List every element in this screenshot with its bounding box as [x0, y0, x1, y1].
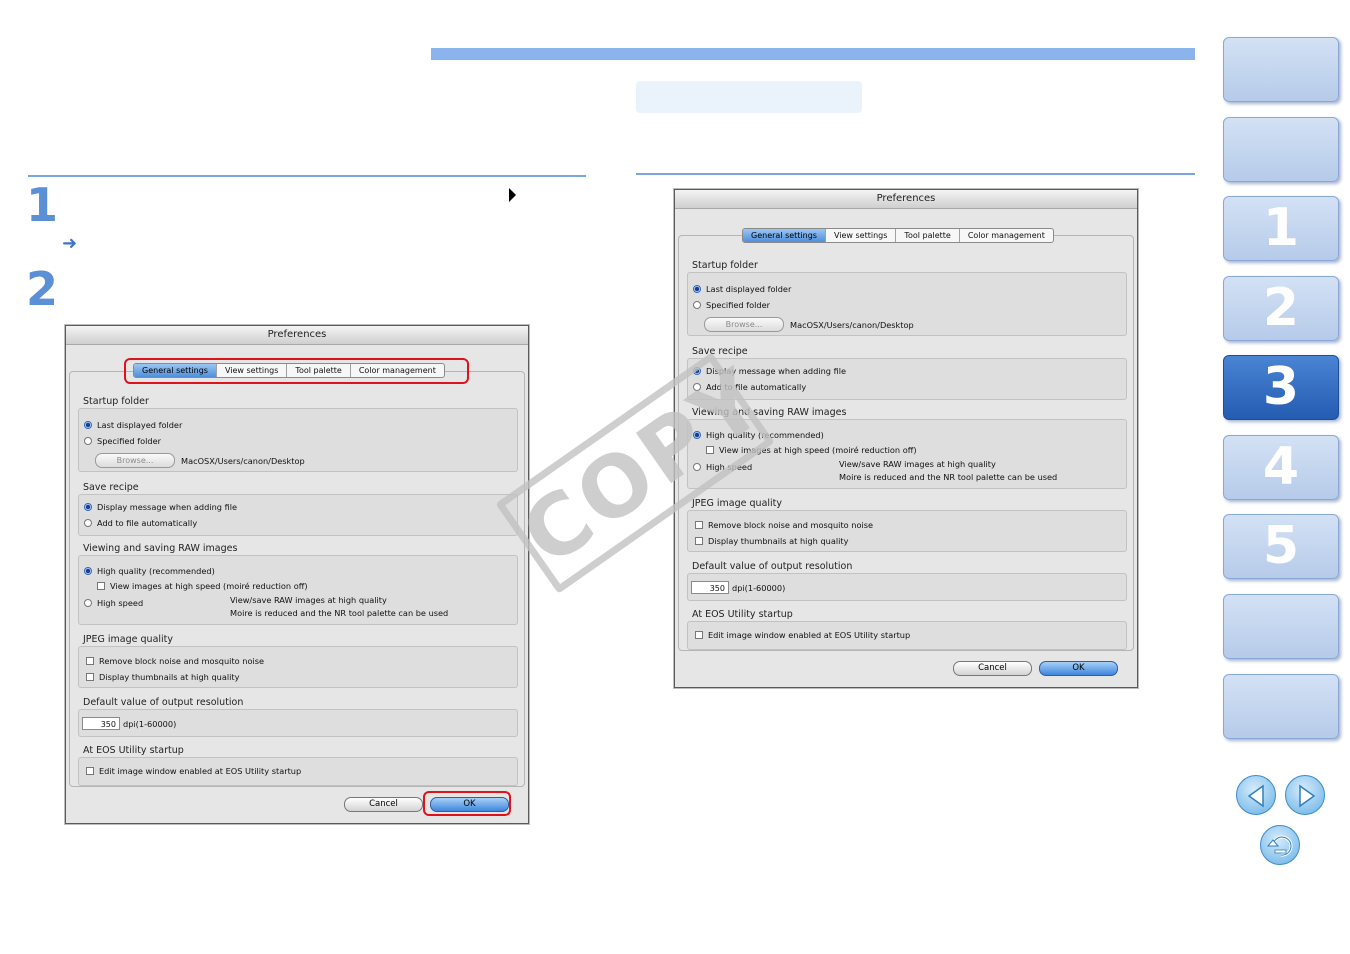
arrow-right-icon: ➜ — [62, 233, 78, 254]
raw-title: Viewing and saving RAW images — [83, 543, 238, 554]
raw-note-1: View/save RAW images at high quality — [230, 595, 387, 605]
folder-path: MacOSX/Users/canon/Desktop — [790, 319, 914, 330]
checkbox-icon — [695, 631, 703, 639]
triangle-left-icon — [1247, 784, 1264, 808]
tab-bar: General settings View settings Tool pale… — [742, 228, 1054, 243]
resolution-row: 350 dpi(1-60000) — [691, 581, 785, 594]
resolution-unit: dpi(1-60000) — [732, 582, 786, 593]
dialog-title: Preferences — [675, 190, 1137, 209]
menu-triangle-icon — [509, 188, 516, 202]
jpeg-title: JPEG image quality — [83, 634, 174, 645]
nav-tab-chapter-1[interactable]: 1 — [1223, 196, 1339, 261]
nav-tab-chapter-5[interactable]: 5 — [1223, 514, 1339, 579]
raw-note-2: Moire is reduced and the NR tool palette… — [839, 472, 1058, 482]
checkbox-icon — [695, 521, 703, 529]
resolution-input[interactable]: 350 — [82, 717, 120, 730]
radio-high-quality[interactable]: High quality (recommended) — [84, 566, 215, 576]
browse-button[interactable]: Browse... — [95, 453, 175, 468]
return-arrow-icon — [1266, 835, 1293, 857]
nav-tab-chapter-2[interactable]: 2 — [1223, 276, 1339, 341]
check-edit-window[interactable]: Edit image window enabled at EOS Utility… — [695, 630, 910, 640]
resolution-input[interactable]: 350 — [691, 581, 729, 594]
radio-high-speed[interactable]: High speed — [84, 598, 143, 608]
checkbox-icon — [86, 673, 94, 681]
cancel-button[interactable]: Cancel — [344, 797, 423, 812]
radio-display-message[interactable]: Display message when adding file — [84, 502, 237, 512]
resolution-unit: dpi(1-60000) — [123, 718, 177, 729]
checkbox-icon — [97, 582, 105, 590]
radio-icon — [84, 599, 92, 607]
save-recipe-title: Save recipe — [83, 482, 139, 493]
folder-path: MacOSX/Users/canon/Desktop — [181, 455, 305, 466]
checkbox-icon — [86, 657, 94, 665]
ok-button[interactable]: OK — [1039, 661, 1118, 676]
nav-tab-index[interactable] — [1223, 674, 1339, 739]
tab-color-management[interactable]: Color management — [960, 229, 1053, 242]
resolution-title: Default value of output resolution — [83, 697, 244, 708]
tab-general-settings[interactable]: General settings — [743, 229, 826, 242]
radio-selected-icon — [84, 421, 92, 429]
radio-last-displayed[interactable]: Last displayed folder — [84, 420, 182, 430]
header-bar — [431, 48, 1195, 60]
eos-title: At EOS Utility startup — [83, 745, 184, 756]
radio-specified-folder[interactable]: Specified folder — [693, 300, 770, 310]
step-1-number: 1 — [26, 178, 59, 232]
save-recipe-group — [78, 494, 518, 536]
radio-selected-icon — [84, 503, 92, 511]
resolution-row: 350 dpi(1-60000) — [82, 717, 176, 730]
radio-selected-icon — [84, 567, 92, 575]
return-button[interactable] — [1260, 825, 1300, 865]
tab-view-settings[interactable]: View settings — [826, 229, 897, 242]
checkbox-icon — [86, 767, 94, 775]
raw-note-1: View/save RAW images at high quality — [839, 459, 996, 469]
next-page-button[interactable] — [1285, 775, 1325, 815]
nav-tab-reference[interactable] — [1223, 594, 1339, 659]
cancel-button[interactable]: Cancel — [953, 661, 1032, 676]
check-remove-noise[interactable]: Remove block noise and mosquito noise — [86, 656, 264, 666]
browse-row: Browse... MacOSX/Users/canon/Desktop — [704, 317, 914, 332]
radio-last-displayed[interactable]: Last displayed folder — [693, 284, 791, 294]
previous-page-button[interactable] — [1236, 775, 1276, 815]
nav-tab-chapter-3[interactable]: 3 — [1223, 355, 1339, 420]
check-remove-noise[interactable]: Remove block noise and mosquito noise — [695, 520, 873, 530]
step-2-number: 2 — [26, 262, 59, 316]
dialog-title: Preferences — [66, 326, 528, 345]
preferences-dialog-left: Preferences General settings View settin… — [65, 325, 529, 824]
checkbox-icon — [695, 537, 703, 545]
raw-note-2: Moire is reduced and the NR tool palette… — [230, 608, 449, 618]
startup-folder-title: Startup folder — [83, 396, 149, 407]
radio-specified-folder[interactable]: Specified folder — [84, 436, 161, 446]
check-edit-window[interactable]: Edit image window enabled at EOS Utility… — [86, 766, 301, 776]
nav-tab-chapter-4[interactable]: 4 — [1223, 435, 1339, 500]
jpeg-title: JPEG image quality — [692, 498, 783, 509]
header-label-box — [636, 81, 862, 113]
check-thumbs[interactable]: Display thumbnails at high quality — [86, 672, 239, 682]
nav-tab-introduction[interactable] — [1223, 117, 1339, 182]
triangle-right-icon — [1299, 784, 1316, 808]
ok-highlight — [423, 791, 511, 816]
browse-row: Browse... MacOSX/Users/canon/Desktop — [95, 453, 305, 468]
radio-add-auto[interactable]: Add to file automatically — [84, 518, 197, 528]
tabs-highlight — [124, 358, 469, 384]
radio-icon — [84, 437, 92, 445]
tab-tool-palette[interactable]: Tool palette — [896, 229, 960, 242]
radio-icon — [693, 301, 701, 309]
section-divider-right — [636, 173, 1195, 175]
radio-icon — [84, 519, 92, 527]
check-view-high-speed[interactable]: View images at high speed (moiré reducti… — [97, 581, 308, 591]
radio-selected-icon — [693, 285, 701, 293]
resolution-title: Default value of output resolution — [692, 561, 853, 572]
section-divider-left — [28, 175, 586, 177]
eos-title: At EOS Utility startup — [692, 609, 793, 620]
browse-button[interactable]: Browse... — [704, 317, 784, 332]
nav-tab-contents[interactable] — [1223, 37, 1339, 102]
startup-folder-title: Startup folder — [692, 260, 758, 271]
check-thumbs[interactable]: Display thumbnails at high quality — [695, 536, 848, 546]
